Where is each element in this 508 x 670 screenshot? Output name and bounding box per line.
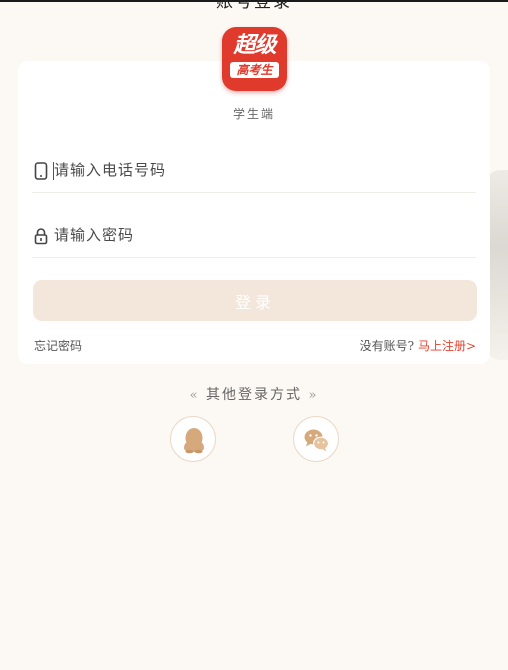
phone-input[interactable] [54,158,454,182]
client-type-label: 学生端 [232,107,275,121]
register-row: 没有账号? 马上注册> [360,337,476,354]
register-link[interactable]: 马上注册> [418,339,476,353]
phone-field-row [32,148,476,193]
other-login-text: 其他登录方式 [206,387,302,403]
other-login-label: « 其他登录方式 » [0,384,508,404]
wechat-login-button[interactable] [293,416,339,462]
page-title: 账号登录 [216,0,292,12]
right-double-arrow-icon: » [308,388,319,403]
lock-icon [34,228,48,245]
forgot-password-link[interactable]: 忘记密码 [34,337,82,354]
login-card: 学生端 登录 忘记密码 没有账号? 马上注册> [18,61,490,364]
qq-icon [184,428,204,454]
password-field-row [32,213,476,258]
password-input[interactable] [54,223,454,247]
logo-text-main: 超级 [233,33,276,58]
left-double-arrow-icon: « [189,388,200,403]
logo-text-sub: 高考生 [230,62,279,78]
login-button[interactable]: 登录 [33,280,477,321]
register-prompt: 没有账号? [359,339,415,353]
qq-login-button[interactable] [170,416,216,462]
wechat-icon [304,429,330,452]
phone-icon [34,162,48,180]
app-logo: 超级 高考生 [222,27,287,91]
